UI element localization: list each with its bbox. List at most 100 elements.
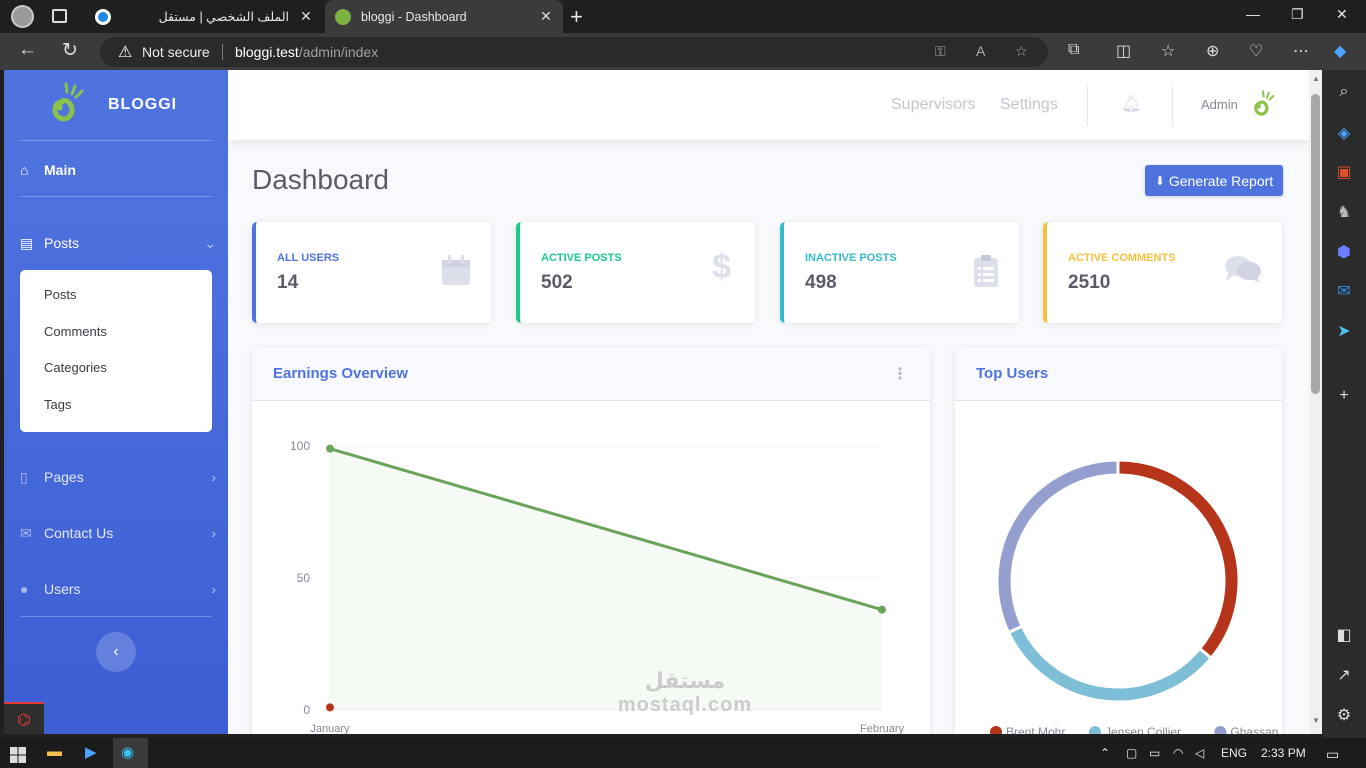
collections-icon[interactable]: ⊕ — [1206, 41, 1219, 61]
stat-card-active-posts: Active Posts 502 $ — [516, 222, 755, 323]
tab-favicon — [335, 8, 351, 25]
language-indicator[interactable]: ENG — [1221, 746, 1247, 760]
add-icon[interactable]: + — [1334, 386, 1354, 406]
sidebar-item-label: Posts — [44, 235, 80, 251]
sidebar-item-users[interactable]: ● Users › — [20, 579, 216, 599]
sidebar-layout-icon[interactable]: ◧ — [1334, 626, 1354, 646]
clipboard-icon — [974, 255, 998, 287]
notifications-icon[interactable]: ▭ — [1326, 746, 1339, 763]
nav-link-settings[interactable]: Settings — [1000, 96, 1058, 114]
page-scrollbar[interactable]: ▲ ▼ — [1309, 70, 1322, 734]
games-icon[interactable]: ♞ — [1334, 203, 1354, 223]
watermark-arabic: مستقل — [644, 668, 726, 693]
topbar: Supervisors Settings 🔔︎ Admin — [228, 70, 1309, 140]
close-tab-icon[interactable]: ✕ — [299, 8, 313, 25]
more-vertical-icon[interactable]: ⋮ — [892, 364, 908, 384]
file-explorer-icon[interactable]: ▬ — [47, 743, 62, 763]
legend-label: Ghassan — [1230, 725, 1278, 734]
new-tab-icon[interactable]: + — [570, 4, 583, 30]
nav-link-supervisors[interactable]: Supervisors — [891, 96, 975, 114]
home-icon: ⌂ — [20, 162, 29, 178]
user-name[interactable]: Admin — [1201, 97, 1238, 112]
tab-actions-icon[interactable] — [52, 9, 67, 23]
submenu-item-categories[interactable]: Categories — [20, 355, 212, 392]
panel-header: Top Users — [955, 348, 1282, 401]
split-screen-icon[interactable]: ◫ — [1116, 41, 1131, 61]
brand[interactable]: BLOGGI — [4, 70, 228, 140]
more-menu-icon[interactable]: ⋯ — [1293, 41, 1309, 61]
sidebar-item-label: Users — [44, 581, 81, 597]
url-text[interactable]: bloggi.test/admin/index — [235, 44, 378, 60]
sidebar-item-main[interactable]: ⌂ Main — [20, 160, 216, 180]
outlook-icon[interactable]: ✉ — [1334, 282, 1354, 302]
security-label[interactable]: Not secure — [142, 44, 210, 60]
card-value: 2510 — [1068, 272, 1111, 293]
media-app-icon[interactable]: ▶ — [85, 743, 97, 763]
settings-gear-icon[interactable]: ⚙ — [1334, 706, 1354, 726]
read-aloud-icon[interactable]: A — [976, 43, 985, 59]
tray-device-icon[interactable]: ▢ — [1126, 746, 1137, 760]
favorite-star-icon[interactable]: ☆ — [1015, 43, 1028, 60]
key-icon[interactable]: ⚿ — [935, 43, 946, 60]
submenu-item-tags[interactable]: Tags — [20, 392, 212, 429]
card-label: Active Comments — [1068, 252, 1176, 264]
sidebar-toggle-button[interactable]: ‹ — [96, 632, 136, 672]
tray-overflow-icon[interactable]: ⌃ — [1100, 746, 1110, 760]
url-field[interactable]: ⚠ Not secure bloggi.test/admin/index ⚿ A… — [100, 37, 1048, 67]
scroll-down-icon[interactable]: ▼ — [1312, 716, 1320, 725]
sidebar-item-pages[interactable]: ▯ Pages › — [20, 467, 216, 487]
browser-tab-bloggi[interactable]: bloggi - Dashboard ✕ — [325, 0, 563, 33]
tools-icon[interactable]: ▣ — [1334, 163, 1354, 183]
wifi-icon[interactable]: ◠ — [1173, 746, 1183, 760]
refresh-icon[interactable]: ↻ — [62, 39, 78, 62]
debugbar-tab[interactable]: ⌬ — [4, 702, 44, 734]
user-avatar[interactable] — [1250, 90, 1276, 120]
admin-sidebar: BLOGGI ⌂ Main ▤ Posts ⌄ Posts Comments C… — [4, 70, 228, 734]
open-external-icon[interactable]: ↗ — [1334, 666, 1354, 686]
extensions-icon[interactable]: ⧉ — [1068, 41, 1079, 59]
divider — [222, 44, 223, 60]
close-window-icon[interactable]: ✕ — [1336, 6, 1348, 23]
list-icon: ▤ — [20, 234, 34, 251]
scrollbar-thumb[interactable] — [1311, 94, 1320, 394]
y-tick-label: 100 — [290, 439, 310, 453]
back-icon[interactable]: ← — [18, 39, 37, 61]
bloggi-logo — [52, 82, 84, 122]
sidebar-divider — [20, 140, 212, 141]
calendar-icon — [442, 255, 470, 285]
search-icon[interactable]: ⌕ — [1334, 82, 1354, 102]
bell-icon[interactable]: 🔔︎ — [1121, 94, 1141, 114]
performance-icon[interactable]: ♡ — [1249, 41, 1263, 61]
clock-time[interactable]: 2:33 PM — [1261, 746, 1306, 760]
close-tab-icon[interactable]: ✕ — [539, 8, 553, 25]
edge-sidebar: ⌕ ◈ ▣ ♞ ⬢ ✉ ➤ + ◧ ↗ ⚙ — [1322, 70, 1366, 738]
button-label: Generate Report — [1168, 172, 1274, 189]
volume-icon[interactable]: ◁ — [1195, 746, 1204, 760]
generate-report-button[interactable]: ⬇ Generate Report — [1145, 165, 1283, 196]
donut-slice — [995, 458, 1120, 635]
card-label: All Users — [277, 252, 340, 264]
microsoft365-icon[interactable]: ⬢ — [1334, 243, 1354, 263]
favorites-icon[interactable]: ☆ — [1161, 41, 1175, 61]
profile-avatar[interactable] — [11, 5, 34, 28]
scroll-up-icon[interactable]: ▲ — [1312, 74, 1320, 83]
topbar-divider — [1087, 86, 1088, 126]
sidebar-item-contact-us[interactable]: ✉ Contact Us › — [20, 523, 216, 543]
submenu-item-posts[interactable]: Posts — [20, 282, 212, 319]
battery-icon[interactable]: ▭ — [1149, 746, 1160, 760]
browser-tab-mostaql[interactable]: الملف الشخصي | مستقل ✕ — [85, 0, 323, 33]
windows-start-icon[interactable] — [10, 745, 26, 765]
copilot-icon[interactable]: ◆ — [1334, 41, 1346, 61]
card-label: Inactive Posts — [805, 252, 897, 264]
submenu-item-comments[interactable]: Comments — [20, 319, 212, 356]
comments-icon — [1225, 256, 1261, 283]
browser-tabstrip: الملف الشخصي | مستقل ✕ bloggi - Dashboar… — [0, 0, 1366, 33]
edge-browser-icon[interactable]: ◉ — [121, 743, 134, 763]
shopping-tag-icon[interactable]: ◈ — [1334, 124, 1354, 144]
restore-icon[interactable]: ❐ — [1291, 6, 1304, 23]
sidebar-item-label: Pages — [44, 469, 84, 485]
minimize-icon[interactable]: — — [1246, 6, 1260, 22]
url-host: bloggi.test — [235, 44, 299, 60]
send-icon[interactable]: ➤ — [1334, 322, 1354, 342]
sidebar-item-posts[interactable]: ▤ Posts ⌄ — [20, 233, 216, 253]
